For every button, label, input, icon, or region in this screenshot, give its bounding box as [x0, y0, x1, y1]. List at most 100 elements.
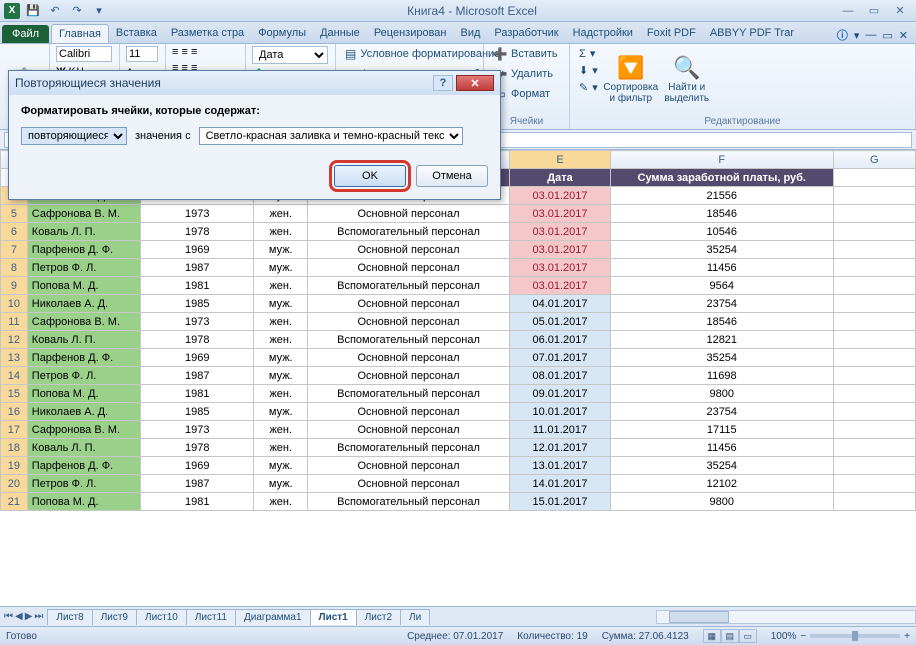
sheet-tab[interactable]: Лист2: [356, 609, 401, 625]
cell[interactable]: 11.01.2017: [510, 421, 611, 439]
zoom-slider[interactable]: [810, 634, 900, 638]
cell[interactable]: Коваль Л. П.: [27, 331, 140, 349]
duplicate-type-select[interactable]: повторяющиеся: [21, 127, 127, 145]
cell[interactable]: жен.: [254, 493, 308, 511]
cell[interactable]: Коваль Л. П.: [27, 223, 140, 241]
column-header[interactable]: E: [510, 151, 611, 169]
cell[interactable]: 35254: [610, 457, 833, 475]
collapse-ribbon-icon[interactable]: ▾: [854, 29, 860, 42]
cell[interactable]: Вспомогательный персонал: [308, 331, 510, 349]
column-header[interactable]: G: [833, 151, 915, 169]
cell[interactable]: жен.: [254, 421, 308, 439]
cell[interactable]: Петров Ф. Л.: [27, 475, 140, 493]
sheet-tab[interactable]: Лист11: [186, 609, 236, 625]
prev-sheet-icon[interactable]: ◀: [15, 611, 23, 622]
align-mid-icon[interactable]: ≡: [181, 46, 187, 58]
clear-button[interactable]: ✎ ▾: [576, 80, 601, 95]
cell[interactable]: 1969: [141, 241, 254, 259]
sheet-tab[interactable]: Ли: [400, 609, 430, 625]
row-header[interactable]: 12: [1, 331, 28, 349]
row-header[interactable]: 16: [1, 403, 28, 421]
cell[interactable]: Вспомогательный персонал: [308, 439, 510, 457]
sheet-tab[interactable]: Лист9: [92, 609, 137, 625]
cell[interactable]: 35254: [610, 241, 833, 259]
cell[interactable]: 1985: [141, 403, 254, 421]
cell[interactable]: Сафронова В. М.: [27, 313, 140, 331]
row-header[interactable]: 10: [1, 295, 28, 313]
cell[interactable]: 12821: [610, 331, 833, 349]
cell[interactable]: муж.: [254, 367, 308, 385]
cell[interactable]: 03.01.2017: [510, 187, 611, 205]
cell[interactable]: жен.: [254, 277, 308, 295]
child-close-icon[interactable]: ✕: [899, 29, 908, 42]
zoom-level[interactable]: 100%: [771, 631, 797, 642]
cell[interactable]: [833, 475, 915, 493]
cell[interactable]: 12.01.2017: [510, 439, 611, 457]
cell[interactable]: 1985: [141, 295, 254, 313]
cell[interactable]: 1969: [141, 457, 254, 475]
row-header[interactable]: 7: [1, 241, 28, 259]
cell[interactable]: 04.01.2017: [510, 295, 611, 313]
insert-button[interactable]: ➕Вставить: [490, 46, 563, 62]
number-format-select[interactable]: Дата: [252, 46, 328, 64]
cell[interactable]: 11456: [610, 439, 833, 457]
cell[interactable]: 35254: [610, 349, 833, 367]
cell[interactable]: жен.: [254, 331, 308, 349]
cell[interactable]: муж.: [254, 241, 308, 259]
cell[interactable]: муж.: [254, 457, 308, 475]
cell[interactable]: [833, 457, 915, 475]
cell[interactable]: [833, 187, 915, 205]
font-size-input[interactable]: [126, 46, 158, 62]
cell[interactable]: Основной персонал: [308, 421, 510, 439]
cell[interactable]: [833, 295, 915, 313]
cell[interactable]: [833, 349, 915, 367]
qat-dropdown-icon[interactable]: ▾: [90, 2, 108, 20]
cell[interactable]: Петров Ф. Л.: [27, 259, 140, 277]
cell[interactable]: 1981: [141, 385, 254, 403]
minimize-icon[interactable]: —: [836, 3, 860, 19]
cell[interactable]: 06.01.2017: [510, 331, 611, 349]
row-header[interactable]: 5: [1, 205, 28, 223]
font-name-input[interactable]: [56, 46, 112, 62]
ribbon-tab[interactable]: Формулы: [251, 24, 313, 43]
normal-view-icon[interactable]: ▦: [703, 629, 721, 643]
cell[interactable]: [833, 439, 915, 457]
cell[interactable]: 1981: [141, 277, 254, 295]
cell[interactable]: Вспомогательный персонал: [308, 493, 510, 511]
cell[interactable]: Николаев А. Д.: [27, 403, 140, 421]
cell[interactable]: [833, 277, 915, 295]
cell[interactable]: муж.: [254, 259, 308, 277]
autosum-button[interactable]: Σ ▾: [576, 46, 601, 61]
cell[interactable]: жен.: [254, 223, 308, 241]
ribbon-tab[interactable]: Разработчик: [487, 24, 565, 43]
cell[interactable]: Вспомогательный персонал: [308, 385, 510, 403]
row-header[interactable]: 6: [1, 223, 28, 241]
cell[interactable]: 03.01.2017: [510, 259, 611, 277]
cell[interactable]: 1969: [141, 349, 254, 367]
ribbon-tab[interactable]: Главная: [51, 24, 109, 43]
row-header[interactable]: 20: [1, 475, 28, 493]
cell[interactable]: 10.01.2017: [510, 403, 611, 421]
table-header-cell[interactable]: Дата: [510, 169, 611, 187]
ribbon-tab[interactable]: Надстройки: [566, 24, 640, 43]
cell[interactable]: Основной персонал: [308, 367, 510, 385]
ribbon-tab[interactable]: Вид: [454, 24, 488, 43]
cell[interactable]: 1973: [141, 205, 254, 223]
cell[interactable]: Основной персонал: [308, 241, 510, 259]
sheet-tab[interactable]: Диаграмма1: [235, 609, 311, 625]
zoom-out-icon[interactable]: −: [800, 631, 806, 642]
sort-filter-button[interactable]: 🔽Сортировка и фильтр: [605, 46, 657, 114]
cell[interactable]: 1973: [141, 421, 254, 439]
dialog-titlebar[interactable]: Повторяющиеся значения ? ✕: [9, 71, 500, 95]
cell[interactable]: Коваль Л. П.: [27, 439, 140, 457]
cell[interactable]: муж.: [254, 295, 308, 313]
column-header[interactable]: F: [610, 151, 833, 169]
next-sheet-icon[interactable]: ▶: [25, 611, 33, 622]
cell[interactable]: Попова М. Д.: [27, 493, 140, 511]
zoom-in-icon[interactable]: +: [904, 631, 910, 642]
cell[interactable]: Основной персонал: [308, 403, 510, 421]
cell[interactable]: 23754: [610, 403, 833, 421]
sheet-tab[interactable]: Лист8: [47, 609, 92, 625]
ribbon-tab[interactable]: Foxit PDF: [640, 24, 703, 43]
conditional-formatting-button[interactable]: ▤Условное форматирование: [342, 46, 477, 62]
